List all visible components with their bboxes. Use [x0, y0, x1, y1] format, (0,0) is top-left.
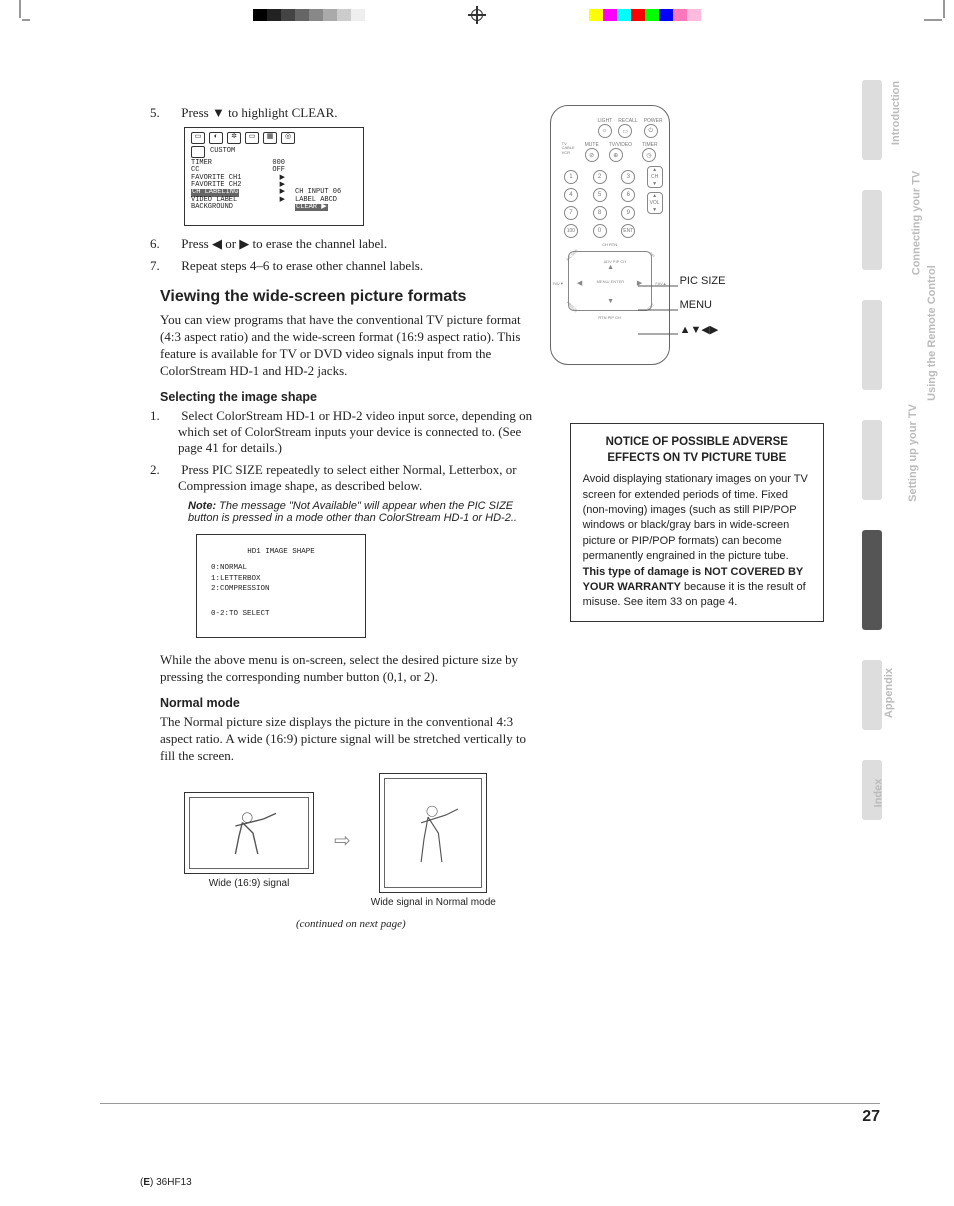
shape-menu-opt: 1:LETTERBOX [211, 574, 351, 585]
normal-mode-body: The Normal picture size displays the pic… [160, 714, 542, 765]
timer-button-icon: ◷ [642, 148, 656, 162]
menu-tab-icon: ◎ [281, 132, 295, 144]
left-column: 5. Press ▼ to highlight CLEAR. ▭ ◐ ✲ ▭ ▦… [160, 105, 542, 930]
section-heading: Viewing the wide-screen picture formats [160, 288, 542, 306]
shape-menu-opt: 2:COMPRESSION [211, 584, 351, 595]
custom-tab-label: CUSTOM [210, 148, 235, 155]
normal-mode-heading: Normal mode [160, 696, 542, 710]
light-button-icon: ☼ [598, 124, 612, 138]
arrow-right-icon: ⇨ [334, 828, 351, 853]
note: Note: The message "Not Available" will a… [188, 500, 542, 524]
right-column: LIGHT☼ RECALL▭ POWER⏻ TVCABLEVCR MUTE⊘ T… [570, 105, 824, 930]
callout-picsize: PIC SIZE [680, 275, 726, 287]
custom-tab-icon [191, 146, 205, 158]
remote-label: POWER [644, 118, 663, 124]
subsection-heading: Selecting the image shape [160, 390, 542, 404]
step-5: 5. Press ▼ to highlight CLEAR. [178, 105, 542, 121]
menu-tab-icon: ▭ [191, 132, 205, 144]
mute-button-icon: ⊘ [585, 148, 599, 162]
fav-down-label: FAV▼ [553, 276, 564, 290]
remote-label: TIMER [642, 142, 658, 148]
menu-val: ▶ [263, 197, 285, 204]
page-number: 27 [100, 1103, 880, 1126]
keypad-3: 3 [621, 170, 635, 184]
source-switch: TVCABLEVCR [562, 142, 575, 162]
normal-mode-figure [379, 773, 487, 893]
step-b2-text: Press PIC SIZE repeatedly to select eith… [178, 462, 517, 493]
step-b1-text: Select ColorStream HD-1 or HD-2 video in… [178, 408, 532, 455]
tvvideo-button-icon: ⊕ [609, 148, 623, 162]
wide-signal-figure [184, 792, 314, 874]
remote-label: MUTE [585, 142, 599, 148]
keypad-100: 100 [564, 224, 578, 238]
keypad-2: 2 [593, 170, 607, 184]
keypad-5: 5 [593, 188, 607, 202]
menu-icon-row: ▭ ◐ ✲ ▭ ▦ ◎ [191, 132, 357, 144]
remote-label: RECALL [618, 118, 637, 124]
menu-row: TIMER [191, 160, 253, 167]
keypad-0: 0 [593, 224, 607, 238]
power-button-icon: ⏻ [644, 124, 658, 138]
keypad-1: 1 [564, 170, 578, 184]
menu-right-row-highlighted: CLEAR ▶ [295, 204, 357, 211]
page-content: 5. Press ▼ to highlight CLEAR. ▭ ◐ ✲ ▭ ▦… [0, 0, 954, 1206]
step-b2: 2. Press PIC SIZE repeatedly to select e… [178, 462, 542, 494]
keypad-9: 9 [621, 206, 635, 220]
step-7: 7. Repeat steps 4–6 to erase other chann… [178, 258, 542, 274]
shape-menu-opt: 0:NORMAL [211, 563, 351, 574]
pip-corner: PIP [645, 248, 659, 262]
notice-title: NOTICE OF POSSIBLE ADVERSE EFFECTS ON TV… [583, 434, 811, 466]
ch-rocker: ▲CH▼ [647, 166, 663, 188]
note-text: The message "Not Available" will appear … [188, 500, 517, 524]
batter-illustration-icon [214, 805, 285, 861]
step-5-text: Press ▼ to highlight CLEAR. [181, 105, 337, 120]
remote-label: TV/VIDEO [609, 142, 632, 148]
footer-code: (E) (E) 36HF1336HF13 [140, 1177, 192, 1188]
keypad-6: 6 [621, 188, 635, 202]
keypad-ent: ENT [621, 224, 635, 238]
keypad-4: 4 [564, 188, 578, 202]
section-intro: You can view programs that have the conv… [160, 312, 542, 380]
menu-tab-icon: ◐ [209, 132, 223, 144]
menu-enter-label: MENU/ ENTER [597, 274, 625, 288]
menu-tab-icon: ▦ [263, 132, 277, 144]
freeze-corner: FREEZE [562, 297, 582, 317]
step-b1: 1. Select ColorStream HD-1 or HD-2 video… [178, 408, 542, 456]
fig-caption-left: Wide (16:9) signal [209, 878, 290, 889]
after-shape-text: While the above menu is on-screen, selec… [160, 652, 542, 686]
menu-row: BACKGROUND [191, 204, 253, 211]
callout-arrows: ▲▼◀▶ [680, 323, 719, 336]
menu-tab-icon: ✲ [227, 132, 241, 144]
note-label: Note: [188, 500, 216, 512]
image-shape-menu-figure: HD1 IMAGE SHAPE 0:NORMAL 1:LETTERBOX 2:C… [196, 534, 366, 639]
step-6-text: Press ◀ or ▶ to erase the channel label. [181, 236, 387, 251]
notice-body-a: Avoid displaying stationary images on yo… [583, 473, 808, 562]
menu-tab-icon: ▭ [245, 132, 259, 144]
keypad-7: 7 [564, 206, 578, 220]
continued-note: (continued on next page) [160, 918, 542, 930]
shape-menu-hint: 0-2:TO SELECT [211, 609, 351, 620]
remote-body: LIGHT☼ RECALL▭ POWER⏻ TVCABLEVCR MUTE⊘ T… [550, 105, 670, 365]
step-7-text: Repeat steps 4–6 to erase other channel … [181, 258, 423, 273]
callout-menu: MENU [680, 299, 712, 311]
step-6: 6. Press ◀ or ▶ to erase the channel lab… [178, 236, 542, 252]
batter-stretched-illustration-icon [405, 790, 463, 876]
remote-label: LIGHT [598, 118, 613, 124]
vol-rocker: ▲VOL▼ [647, 192, 663, 214]
osd-custom-menu-figure: ▭ ◐ ✲ ▭ ▦ ◎ CUSTOM TIMER CC FAVORITE CH1 [184, 127, 364, 226]
keypad-8: 8 [593, 206, 607, 220]
remote-illustration: LIGHT☼ RECALL▭ POWER⏻ TVCABLEVCR MUTE⊘ T… [550, 105, 750, 405]
fig-caption-right: Wide signal in Normal mode [371, 897, 496, 908]
normal-mode-figures: Wide (16:9) signal ⇨ Wide signal in Norm… [184, 773, 542, 908]
shape-menu-title: HD1 IMAGE SHAPE [211, 547, 351, 558]
picsize-corner: PIC SIZE [562, 245, 582, 265]
warranty-notice-box: NOTICE OF POSSIBLE ADVERSE EFFECTS ON TV… [570, 423, 824, 622]
recall-button-icon: ▭ [618, 124, 632, 138]
